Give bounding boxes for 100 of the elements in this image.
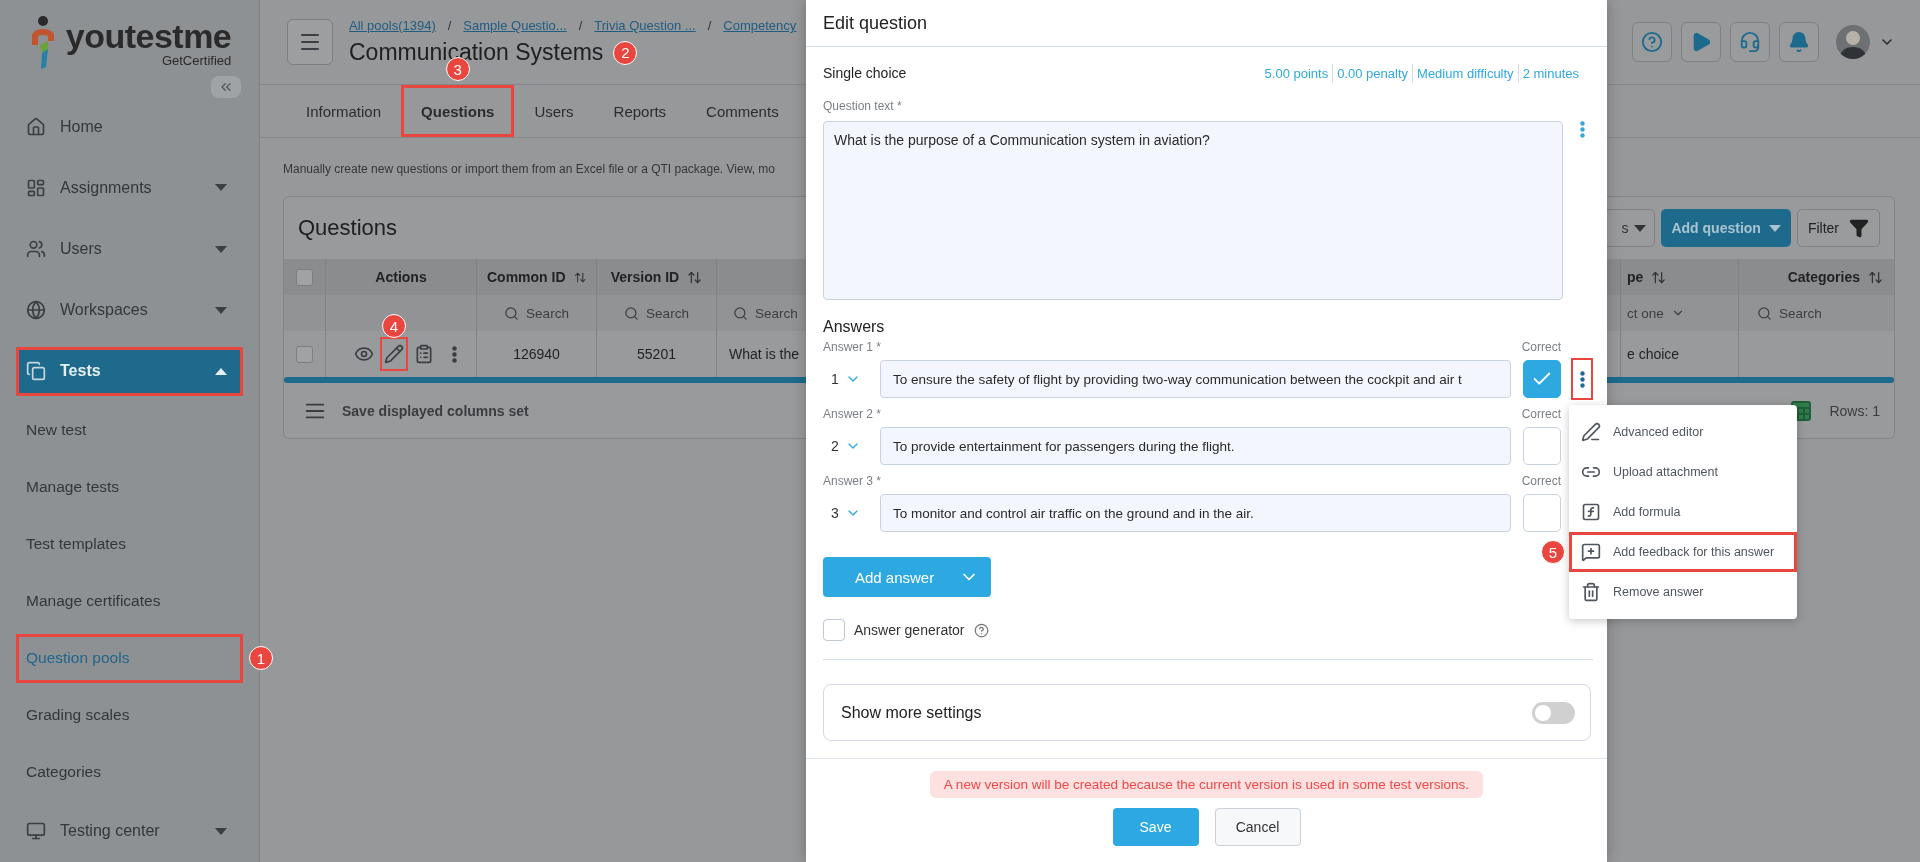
header-icon-button[interactable] xyxy=(1632,22,1672,62)
question-stat-link[interactable]: 2 minutes xyxy=(1517,63,1583,83)
search-icon xyxy=(504,305,520,321)
answer-number-select[interactable]: 3 xyxy=(823,494,868,532)
question-stat-link[interactable]: Medium difficulty xyxy=(1412,63,1518,83)
column-header[interactable]: Version ID xyxy=(610,269,680,285)
nav-subitem[interactable]: Manage tests xyxy=(16,462,243,512)
search-field[interactable]: Search xyxy=(624,305,689,321)
field-label: Correct xyxy=(1521,407,1561,421)
cancel-button[interactable]: Cancel xyxy=(1214,808,1301,846)
menu-item[interactable]: Add feedback for this answer xyxy=(1569,532,1797,572)
question-stat-link[interactable]: 5.00 points xyxy=(1260,63,1333,83)
caret-icon xyxy=(215,245,227,253)
add-question-button[interactable]: Add question xyxy=(1661,209,1791,247)
caret-icon xyxy=(215,306,227,314)
tab[interactable]: Questions xyxy=(401,85,515,137)
menu-item[interactable]: Upload attachment xyxy=(1569,452,1797,492)
breadcrumb-link[interactable]: Trivia Question ... xyxy=(594,18,696,33)
user-avatar[interactable] xyxy=(1836,25,1870,59)
tab[interactable]: Information xyxy=(286,85,402,137)
nav-subitem[interactable]: Question pools xyxy=(16,633,243,683)
answer-field[interactable]: To provide entertainment for passengers during the flight. xyxy=(880,427,1511,465)
logo-tagline: GetCertified xyxy=(161,52,232,68)
question-type: Single choice xyxy=(823,65,907,81)
add-answer-button[interactable]: Add answer xyxy=(823,557,991,597)
nav-item[interactable]: Testing center xyxy=(16,806,243,856)
answer-options-button[interactable] xyxy=(1573,360,1591,398)
collapse-button[interactable] xyxy=(211,76,241,99)
row-checkbox[interactable] xyxy=(296,345,313,363)
pen-icon xyxy=(1581,422,1601,442)
caret-icon xyxy=(1768,224,1781,232)
column-header[interactable]: Categories xyxy=(1787,269,1860,285)
tab[interactable]: Users xyxy=(514,85,594,137)
filter-select[interactable]: ct one xyxy=(1627,305,1685,321)
nav-subitem[interactable]: Test templates xyxy=(16,519,243,569)
filter-button[interactable]: Filter xyxy=(1796,209,1880,247)
step-badge: 2 xyxy=(613,40,638,65)
caret-icon xyxy=(215,827,227,835)
table-cell: What is the xyxy=(729,346,800,362)
breadcrumb-separator: / xyxy=(578,18,583,33)
more-icon xyxy=(1579,121,1585,138)
save-button[interactable]: Save xyxy=(1112,808,1199,846)
home-icon xyxy=(26,116,46,137)
answer-field[interactable]: To monitor and control air traffic on the ground and in the air. xyxy=(880,494,1511,532)
pencil-icon xyxy=(384,344,404,364)
help-icon xyxy=(973,622,989,638)
correct-checkbox[interactable] xyxy=(1523,360,1561,398)
nav-item[interactable]: Users xyxy=(16,224,243,274)
correct-checkbox[interactable] xyxy=(1523,427,1561,465)
table-cell: 126940 xyxy=(513,346,560,362)
menu-button[interactable] xyxy=(287,19,333,65)
header-icon-button[interactable] xyxy=(1681,22,1721,62)
column-header[interactable]: Common ID xyxy=(487,269,566,285)
search-icon xyxy=(624,305,640,321)
menu-item[interactable]: Remove answer xyxy=(1569,572,1797,612)
menu-item[interactable]: Add formula xyxy=(1569,492,1797,532)
nav-item[interactable]: Tests xyxy=(16,346,243,396)
card-title: Questions xyxy=(298,215,398,241)
nav-subitem[interactable]: New test xyxy=(16,405,243,455)
table-cell: e choice xyxy=(1627,346,1680,362)
version-warning: A new version will be created because the current version is used in some test versions. xyxy=(929,771,1484,798)
field-label: Answer 3 * xyxy=(823,474,883,488)
dialog-title: Edit question xyxy=(823,12,928,34)
table-cell: 55201 xyxy=(637,346,676,362)
question-stat-link[interactable]: 0.00 penalty xyxy=(1332,63,1413,83)
search-field[interactable]: Search xyxy=(1757,305,1822,321)
breadcrumb-link[interactable]: Sample Questio... xyxy=(463,18,567,33)
nav-item[interactable]: Home xyxy=(16,102,243,152)
answer-number-select[interactable]: 1 xyxy=(823,360,868,398)
trash-icon xyxy=(1581,582,1601,602)
correct-checkbox[interactable] xyxy=(1523,494,1561,532)
column-header[interactable]: pe xyxy=(1627,269,1644,285)
field-label: Answer 2 * xyxy=(823,407,883,421)
tab[interactable]: Comments xyxy=(686,85,799,137)
header-icon-button[interactable] xyxy=(1730,22,1770,62)
rows-count: Rows: 1 xyxy=(1829,402,1880,419)
nav-subitem[interactable]: Grading scales xyxy=(16,690,243,740)
answer-number-select[interactable]: 2 xyxy=(823,427,868,465)
funnel-icon xyxy=(1849,218,1869,238)
header-icon-button[interactable] xyxy=(1779,22,1819,62)
nav-item[interactable]: Workspaces xyxy=(16,285,243,335)
users-icon xyxy=(26,239,46,259)
search-field[interactable]: Search xyxy=(733,305,798,321)
nav-subitem[interactable]: Manage certificates xyxy=(16,576,243,626)
row-action-button[interactable] xyxy=(381,338,407,370)
menu-item[interactable]: Advanced editor xyxy=(1569,412,1797,452)
breadcrumb-link[interactable]: All pools(1394) xyxy=(349,18,436,33)
generator-checkbox[interactable] xyxy=(823,619,845,641)
search-icon xyxy=(733,305,748,321)
settings-toggle[interactable] xyxy=(1532,701,1575,724)
search-field[interactable]: Search xyxy=(504,305,569,321)
nav-item[interactable]: Assignments xyxy=(16,163,243,213)
select-all-checkbox[interactable] xyxy=(296,268,313,286)
tab[interactable]: Reports xyxy=(593,85,687,137)
search-icon xyxy=(1757,305,1772,321)
nav-subitem[interactable]: Categories xyxy=(16,747,243,797)
step-badge: 1 xyxy=(249,646,273,671)
question-text-field[interactable]: What is the purpose of a Communication system in aviation? xyxy=(823,121,1564,300)
breadcrumb-link[interactable]: Competency xyxy=(723,18,797,33)
answer-field[interactable]: To ensure the safety of flight by providing two-way communication between the cockpit and air t xyxy=(880,360,1511,398)
